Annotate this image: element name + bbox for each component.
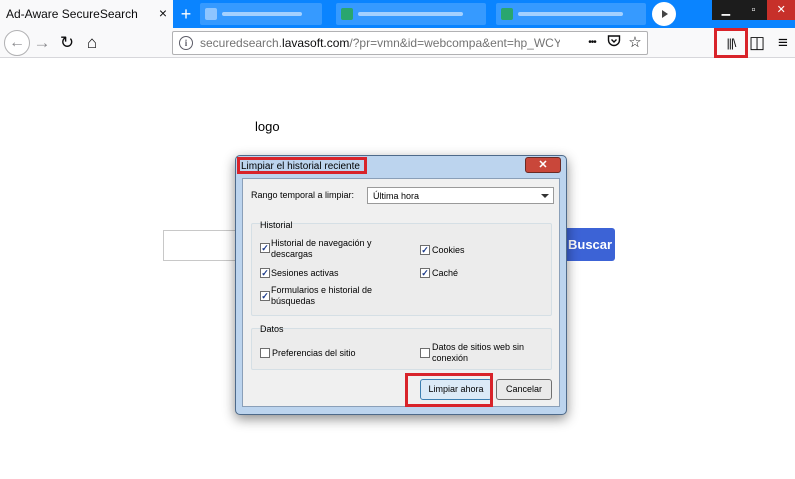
- tab-title-blurred: [518, 12, 623, 16]
- tab-strip: Ad-Aware SecureSearch × + ▁ ▫ ✕: [0, 0, 795, 28]
- forms-checkbox[interactable]: ✓: [260, 291, 270, 301]
- data-heading: Datos: [260, 324, 284, 334]
- favicon-icon: [341, 8, 353, 20]
- window-close-icon[interactable]: ✕: [767, 0, 795, 20]
- window-controls: ▁ ▫ ✕: [712, 0, 795, 20]
- back-arrow-icon[interactable]: ←: [4, 30, 30, 56]
- nav-toolbar: ← → ↻ ⌂ i securedsearch.lavasoft.com/?pr…: [0, 28, 795, 58]
- site-info-icon[interactable]: i: [179, 36, 193, 50]
- offline-data-option-label: Datos de sitios web sin conexión: [432, 342, 525, 363]
- minimize-icon[interactable]: ▁: [712, 0, 740, 20]
- tab-active[interactable]: Ad-Aware SecureSearch ×: [0, 0, 173, 28]
- reload-icon[interactable]: ↻: [55, 31, 79, 55]
- forward-arrow-icon[interactable]: →: [30, 31, 54, 55]
- clear-history-dialog: Limpiar el historial reciente ✕ Rango te…: [235, 155, 567, 415]
- clear-now-highlight: [405, 373, 493, 407]
- home-icon[interactable]: ⌂: [80, 31, 104, 55]
- cache-option-label: Caché: [432, 268, 459, 278]
- tab-background[interactable]: [200, 3, 322, 25]
- bookmark-star-icon[interactable]: ☆: [626, 34, 644, 52]
- cookies-checkbox[interactable]: ✓: [420, 245, 430, 255]
- tab-background[interactable]: [336, 3, 486, 25]
- range-label: Rango temporal a limpiar:: [251, 190, 355, 200]
- page-actions-icon[interactable]: •••: [583, 34, 601, 52]
- hamburger-menu-icon[interactable]: ≡: [771, 31, 795, 55]
- time-range-select[interactable]: Última hora: [367, 187, 554, 204]
- favicon-icon: [205, 8, 217, 20]
- sessions-checkbox[interactable]: ✓: [260, 268, 270, 278]
- tab-title: Ad-Aware SecureSearch: [6, 7, 138, 21]
- page-logo: logo: [255, 119, 280, 134]
- library-highlight: [714, 28, 748, 58]
- history-option-label: Historial de navegación y descargas: [271, 238, 372, 259]
- cache-checkbox[interactable]: ✓: [420, 268, 430, 278]
- tab-title-blurred: [222, 12, 302, 16]
- pocket-icon[interactable]: [605, 34, 623, 52]
- history-heading: Historial: [260, 220, 293, 230]
- site-prefs-checkbox[interactable]: [260, 348, 270, 358]
- sessions-option-label: Sesiones activas: [271, 268, 339, 278]
- search-button[interactable]: Buscar: [563, 228, 615, 261]
- tab-close-icon[interactable]: ×: [155, 5, 171, 21]
- new-tab-button[interactable]: +: [176, 4, 196, 24]
- favicon-icon: [501, 8, 513, 20]
- maximize-icon[interactable]: ▫: [740, 0, 768, 20]
- tab-media-icon[interactable]: [652, 2, 676, 26]
- sidebar-icon[interactable]: ◫: [745, 31, 769, 55]
- cookies-option-label: Cookies: [432, 245, 465, 255]
- search-input[interactable]: [163, 230, 238, 261]
- forms-option-label: Formularios e historial de búsquedas: [271, 285, 373, 306]
- url-text: securedsearch.lavasoft.com/?pr=vmn&id=we…: [200, 36, 560, 50]
- site-prefs-option-label: Preferencias del sitio: [272, 348, 356, 358]
- title-highlight: [237, 157, 367, 174]
- history-checkbox[interactable]: ✓: [260, 243, 270, 253]
- dialog-close-icon[interactable]: ✕: [525, 157, 561, 173]
- cancel-button[interactable]: Cancelar: [496, 379, 552, 400]
- tab-background[interactable]: [496, 3, 646, 25]
- offline-data-checkbox[interactable]: [420, 348, 430, 358]
- time-range-value: Última hora: [373, 191, 420, 201]
- dialog-body: Rango temporal a limpiar: Última hora Hi…: [242, 178, 560, 407]
- tab-title-blurred: [358, 12, 463, 16]
- url-bar[interactable]: i securedsearch.lavasoft.com/?pr=vmn&id=…: [172, 31, 648, 55]
- chevron-down-icon: [541, 194, 549, 198]
